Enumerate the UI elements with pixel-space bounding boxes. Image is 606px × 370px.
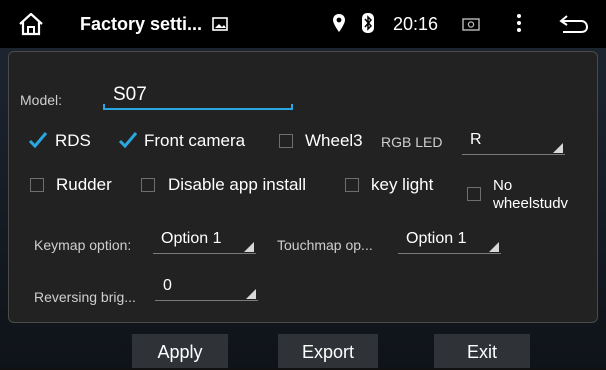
wheel3-checkbox[interactable] bbox=[279, 134, 293, 148]
back-icon[interactable] bbox=[559, 14, 589, 34]
disable-app-install-checkbox[interactable] bbox=[141, 178, 155, 192]
image-icon bbox=[212, 17, 228, 31]
rgb-led-label: RGB LED bbox=[381, 134, 443, 150]
keymap-dropdown[interactable]: Option 1 bbox=[153, 228, 256, 254]
dropdown-arrow-icon bbox=[553, 143, 563, 153]
touchmap-value: Option 1 bbox=[406, 230, 467, 247]
model-input[interactable]: S07 bbox=[113, 84, 147, 106]
exit-button[interactable]: Exit bbox=[434, 334, 530, 368]
rds-checkbox[interactable] bbox=[28, 132, 48, 149]
wheel3-label: Wheel3 bbox=[305, 131, 363, 150]
home-icon[interactable] bbox=[18, 12, 44, 36]
no-wheelstudv-label: No wheelstudv bbox=[493, 177, 569, 212]
disable-app-install-label: Disable app install bbox=[168, 175, 306, 194]
rgb-led-value: R bbox=[470, 131, 482, 148]
reversing-dropdown[interactable]: 0 bbox=[155, 275, 258, 301]
rgb-led-dropdown[interactable]: R bbox=[462, 129, 565, 155]
bluetooth-icon bbox=[362, 13, 374, 33]
apply-button[interactable]: Apply bbox=[132, 334, 228, 368]
screenshot-icon bbox=[462, 18, 480, 31]
key-light-label: key light bbox=[371, 175, 434, 194]
no-wheelstudv-checkbox[interactable] bbox=[467, 187, 481, 201]
status-bar: Factory setti... 20:16 bbox=[0, 0, 606, 48]
rds-label: RDS bbox=[55, 131, 91, 150]
touchmap-label: Touchmap op... bbox=[277, 237, 373, 253]
model-label: Model: bbox=[20, 92, 63, 108]
location-icon bbox=[333, 14, 345, 32]
dropdown-arrow-icon bbox=[489, 242, 499, 252]
model-input-underline bbox=[103, 104, 293, 110]
export-button[interactable]: Export bbox=[278, 334, 378, 368]
front-camera-checkbox[interactable] bbox=[118, 132, 138, 149]
app-title: Factory setti... bbox=[80, 14, 203, 34]
clock: 20:16 bbox=[393, 14, 439, 34]
reversing-label: Reversing brig... bbox=[34, 289, 136, 305]
touchmap-dropdown[interactable]: Option 1 bbox=[398, 228, 501, 254]
front-camera-label: Front camera bbox=[144, 131, 246, 150]
rudder-label: Rudder bbox=[56, 175, 112, 194]
dropdown-arrow-icon bbox=[244, 242, 254, 252]
keymap-value: Option 1 bbox=[161, 230, 222, 247]
rudder-checkbox[interactable] bbox=[30, 178, 44, 192]
key-light-checkbox[interactable] bbox=[345, 178, 359, 192]
more-vert-icon[interactable] bbox=[516, 13, 522, 33]
dropdown-arrow-icon bbox=[246, 289, 256, 299]
keymap-label: Keymap option: bbox=[34, 237, 132, 253]
reversing-value: 0 bbox=[163, 277, 172, 294]
